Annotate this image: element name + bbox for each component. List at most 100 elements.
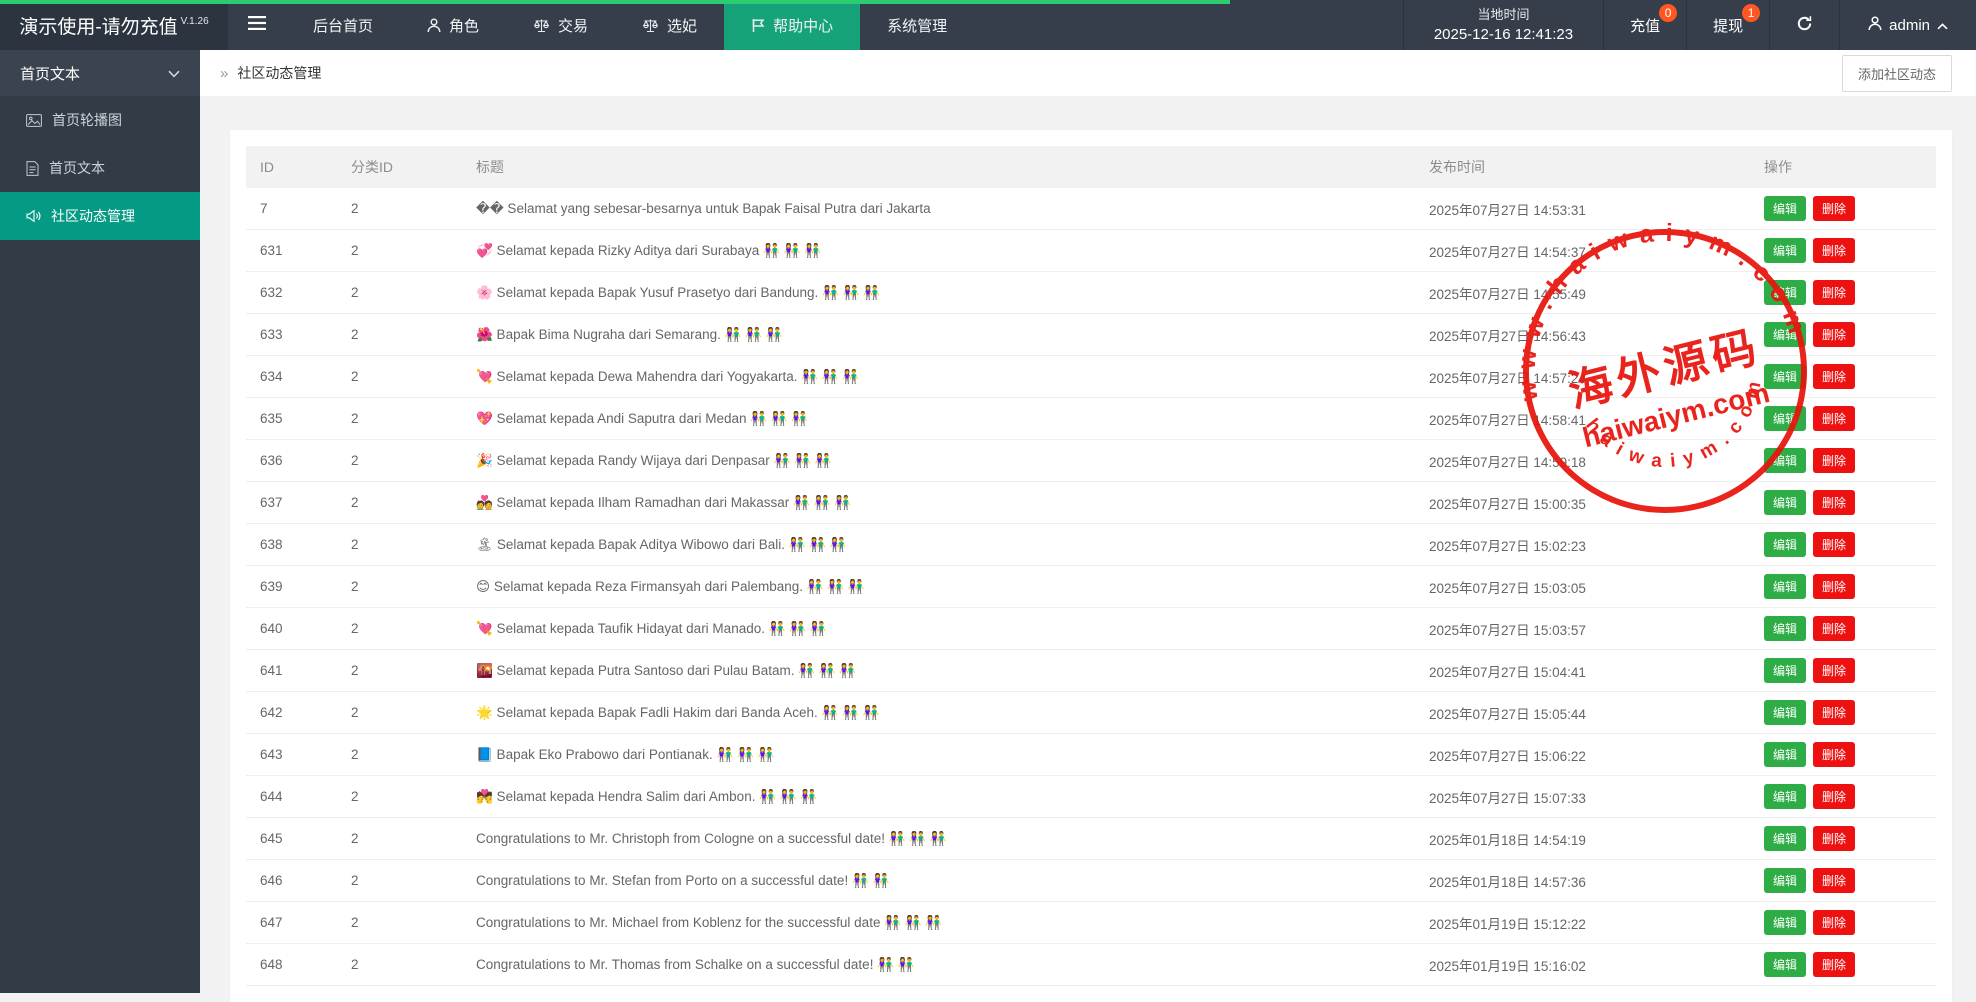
edit-button[interactable]: 编辑 [1764,910,1806,935]
delete-button[interactable]: 删除 [1813,280,1855,305]
sidebar-group-homepage-text[interactable]: 首页文本 [0,50,200,96]
nav-item-label: 帮助中心 [773,15,833,36]
delete-button[interactable]: 删除 [1813,700,1855,725]
table-row: 6432📘 Bapak Eko Prabowo dari Pontianak. … [246,734,1936,776]
delete-button[interactable]: 删除 [1813,532,1855,557]
sidebar: 首页文本 首页轮播图首页文本社区动态管理 [0,50,200,993]
local-time-value: 2025-12-16 12:41:23 [1434,25,1573,45]
row-title: 🌟 Selamat kepada Bapak Fadli Hakim dari … [476,705,1429,721]
delete-button[interactable]: 删除 [1813,322,1855,347]
nav-item-角色[interactable]: 角色 [400,0,506,50]
refresh-button[interactable] [1770,0,1840,50]
nav-item-label: 交易 [558,15,588,36]
edit-button[interactable]: 编辑 [1764,196,1806,221]
edit-button[interactable]: 编辑 [1764,868,1806,893]
sidebar-item-首页文本[interactable]: 首页文本 [0,144,200,192]
row-category-id: 2 [351,369,476,384]
edit-button[interactable]: 编辑 [1764,952,1806,977]
delete-button[interactable]: 删除 [1813,238,1855,263]
row-actions: 编辑删除 [1764,868,1936,893]
row-publish-time: 2025年01月19日 15:12:22 [1429,913,1764,933]
edit-button[interactable]: 编辑 [1764,238,1806,263]
delete-button[interactable]: 删除 [1813,784,1855,809]
row-id: 647 [246,915,351,930]
edit-button[interactable]: 编辑 [1764,364,1806,389]
table-row: 6372💑 Selamat kepada Ilham Ramadhan dari… [246,482,1936,524]
delete-button[interactable]: 删除 [1813,406,1855,431]
row-id: 631 [246,243,351,258]
nav-item-系统管理[interactable]: 系统管理 [860,0,974,50]
image-icon [26,114,42,127]
table-row: 6342💘 Selamat kepada Dewa Mahendra dari … [246,356,1936,398]
row-category-id: 2 [351,915,476,930]
edit-button[interactable]: 编辑 [1764,742,1806,767]
delete-button[interactable]: 删除 [1813,364,1855,389]
sidebar-item-社区动态管理[interactable]: 社区动态管理 [0,192,200,240]
edit-button[interactable]: 编辑 [1764,574,1806,599]
edit-button[interactable]: 编辑 [1764,448,1806,473]
delete-button[interactable]: 删除 [1813,868,1855,893]
edit-button[interactable]: 编辑 [1764,700,1806,725]
row-title: 📘 Bapak Eko Prabowo dari Pontianak. 👫 👫 … [476,747,1429,763]
nav-item-交易[interactable]: 交易 [506,0,615,50]
user-menu[interactable]: admin [1840,0,1976,50]
withdraw-button[interactable]: 提现 1 [1687,0,1770,50]
row-id: 641 [246,663,351,678]
row-category-id: 2 [351,453,476,468]
nav-item-帮助中心[interactable]: 帮助中心 [724,0,860,50]
sidebar-item-首页轮播图[interactable]: 首页轮播图 [0,96,200,144]
delete-button[interactable]: 删除 [1813,910,1855,935]
row-title: 🎉 Selamat kepada Randy Wijaya dari Denpa… [476,453,1429,469]
edit-button[interactable]: 编辑 [1764,658,1806,683]
delete-button[interactable]: 删除 [1813,742,1855,767]
edit-button[interactable]: 编辑 [1764,490,1806,515]
page-title: 社区动态管理 [237,63,321,83]
row-id: 634 [246,369,351,384]
delete-button[interactable]: 删除 [1813,616,1855,641]
hamburger-icon[interactable] [228,0,286,50]
breadcrumb-arrow-icon: » [220,65,228,82]
edit-button[interactable]: 编辑 [1764,406,1806,431]
delete-button[interactable]: 删除 [1813,448,1855,473]
row-category-id: 2 [351,663,476,678]
edit-button[interactable]: 编辑 [1764,280,1806,305]
row-category-id: 2 [351,327,476,342]
recharge-button[interactable]: 充值 0 [1604,0,1687,50]
nav-item-后台首页[interactable]: 后台首页 [286,0,400,50]
add-community-post-button[interactable]: 添加社区动态 [1842,55,1952,92]
row-id: 639 [246,579,351,594]
edit-button[interactable]: 编辑 [1764,784,1806,809]
edit-button[interactable]: 编辑 [1764,532,1806,557]
row-id: 642 [246,705,351,720]
scales-icon [642,18,659,33]
main-content: » 社区动态管理 添加社区动态 ID分类ID标题发布时间操作 72�� Sela… [200,50,1976,993]
row-actions: 编辑删除 [1764,238,1936,263]
row-publish-time: 2025年07月27日 15:00:35 [1429,493,1764,513]
edit-button[interactable]: 编辑 [1764,616,1806,641]
nav-item-选妃[interactable]: 选妃 [615,0,724,50]
delete-button[interactable]: 删除 [1813,952,1855,977]
row-id: 638 [246,537,351,552]
row-publish-time: 2025年07月27日 15:04:41 [1429,661,1764,681]
delete-button[interactable]: 删除 [1813,826,1855,851]
delete-button[interactable]: 删除 [1813,658,1855,683]
delete-button[interactable]: 删除 [1813,490,1855,515]
sidebar-item-label: 社区动态管理 [51,206,135,226]
edit-button[interactable]: 编辑 [1764,826,1806,851]
column-header-操作: 操作 [1764,157,1936,177]
row-actions: 编辑删除 [1764,322,1936,347]
table-row: 6362🎉 Selamat kepada Randy Wijaya dari D… [246,440,1936,482]
column-header-标题: 标题 [476,157,1429,177]
table-body: 72�� Selamat yang sebesar-besarnya untuk… [246,188,1936,986]
row-publish-time: 2025年07月27日 15:07:33 [1429,787,1764,807]
edit-button[interactable]: 编辑 [1764,322,1806,347]
nav-item-label: 后台首页 [313,15,373,36]
row-category-id: 2 [351,201,476,216]
delete-button[interactable]: 删除 [1813,574,1855,599]
table-row: 6452Congratulations to Mr. Christoph fro… [246,818,1936,860]
row-id: 643 [246,747,351,762]
row-title: 💘 Selamat kepada Taufik Hidayat dari Man… [476,621,1429,637]
delete-button[interactable]: 删除 [1813,196,1855,221]
table-row: 6412🌇 Selamat kepada Putra Santoso dari … [246,650,1936,692]
recharge-label: 充值 [1630,15,1660,36]
